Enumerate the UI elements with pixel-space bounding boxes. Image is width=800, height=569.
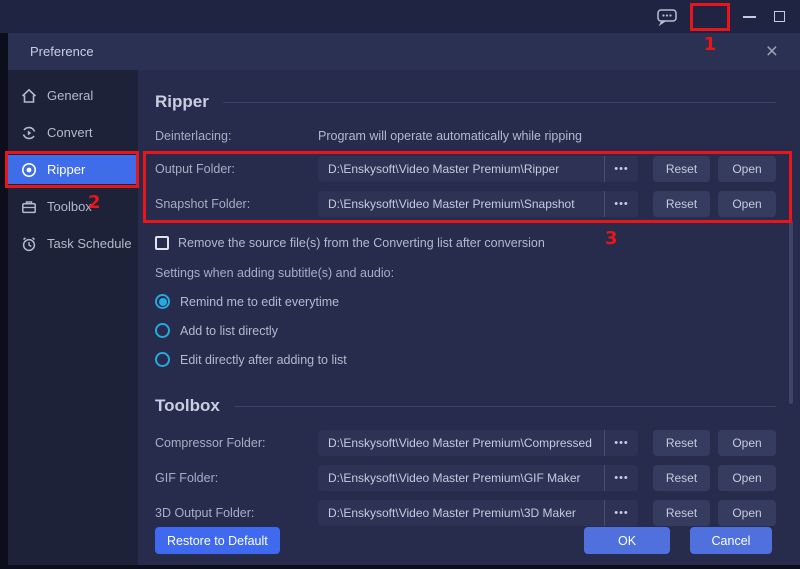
sidebar-item-label: Toolbox [47,199,92,214]
ok-button[interactable]: OK [584,527,670,554]
3d-output-folder-path-group: ••• [318,500,638,526]
cancel-button[interactable]: Cancel [690,527,772,554]
heading-divider [222,101,776,103]
sidebar-item-label: General [47,88,94,103]
output-folder-open-button[interactable]: Open [718,156,776,182]
remove-source-label: Remove the source file(s) from the Conve… [178,236,545,250]
remove-source-checkbox-row[interactable]: Remove the source file(s) from the Conve… [155,236,776,250]
gif-folder-reset-button[interactable]: Reset [653,465,710,491]
section-title: Toolbox [155,396,220,415]
compressor-folder-label: Compressor Folder: [155,436,266,450]
snapshot-folder-input[interactable] [318,191,604,217]
scrollbar-thumb[interactable] [789,220,793,404]
feedback-icon[interactable] [654,6,680,28]
radio-button-selected[interactable] [155,294,170,309]
sidebar-item-general[interactable]: General [8,81,138,110]
radio-add-directly[interactable]: Add to list directly [155,323,776,338]
output-folder-browse-button[interactable]: ••• [604,156,638,182]
snapshot-folder-browse-button[interactable]: ••• [604,191,638,217]
radio-label: Add to list directly [180,323,278,338]
radio-remind-everytime[interactable]: Remind me to edit everytime [155,294,776,309]
snapshot-folder-row: Snapshot Folder: ••• Reset Open [155,191,776,217]
heading-divider [233,405,776,407]
annotation-number-1: 1 [703,33,717,55]
ripper-folder-rows: 3 Output Folder: ••• Reset Open Snapshot… [143,151,792,248]
compressor-folder-path-group: ••• [318,430,638,456]
gif-folder-row: GIF Folder: ••• Reset Open [155,465,776,491]
toolbox-folder-rows: Compressor Folder: ••• Reset Open GIF Fo… [155,430,776,526]
gif-folder-label: GIF Folder: [155,471,219,485]
radio-button[interactable] [155,352,170,367]
compressor-folder-row: Compressor Folder: ••• Reset Open [155,430,776,456]
section-heading-ripper: Ripper [155,92,776,112]
gif-folder-browse-button[interactable]: ••• [604,465,638,491]
sidebar-item-label: Task Schedule [47,236,132,251]
compressor-folder-reset-button[interactable]: Reset [653,430,710,456]
snapshot-folder-label: Snapshot Folder: [155,197,251,211]
subtitle-settings-label: Settings when adding subtitle(s) and aud… [155,266,395,280]
3d-output-folder-row: 3D Output Folder: ••• Reset Open [155,500,776,526]
close-icon[interactable]: × [766,41,778,62]
compressor-folder-input[interactable] [318,430,604,456]
deinterlacing-value: Program will operate automatically while… [318,129,583,143]
snapshot-folder-open-button[interactable]: Open [718,191,776,217]
output-folder-path-group: ••• [318,156,638,182]
output-folder-input[interactable] [318,156,604,182]
dialog-title: Preference [30,44,94,59]
output-folder-row: Output Folder: ••• Reset Open [155,156,776,182]
app-titlebar: 1 [0,0,800,53]
maximize-icon[interactable] [764,6,794,28]
sidebar-item-toolbox[interactable]: Toolbox [8,192,138,221]
convert-arrows-icon [22,126,36,139]
dialog-header: Preference × [8,33,800,70]
briefcase-icon [22,200,36,213]
menu-hamburger-icon[interactable] [701,10,719,24]
section-title: Ripper [155,92,209,111]
sidebar-item-task-schedule[interactable]: Task Schedule [8,229,138,258]
home-icon [21,88,37,103]
restore-default-button[interactable]: Restore to Default [155,527,280,554]
gif-folder-open-button[interactable]: Open [718,465,776,491]
sidebar-item-label: Convert [47,125,93,140]
3d-output-folder-reset-button[interactable]: Reset [653,500,710,526]
radio-button[interactable] [155,323,170,338]
deinterlacing-row: Deinterlacing: Program will operate auto… [155,129,776,143]
annotation-box-1: 1 [690,2,730,53]
main-panel: Ripper Deinterlacing: Program will opera… [138,70,800,565]
3d-output-folder-input[interactable] [318,500,604,526]
annotation-number-2: 2 [88,192,101,213]
dialog-footer: Restore to Default OK Cancel [155,527,772,554]
sidebar-item-convert[interactable]: Convert [8,118,138,147]
section-heading-toolbox: Toolbox [155,396,776,416]
3d-output-folder-browse-button[interactable]: ••• [604,500,638,526]
disc-icon [22,162,36,177]
deinterlacing-label: Deinterlacing: [155,129,232,143]
preference-dialog: Preference × General Convert Ripper 2 To… [5,33,800,565]
remove-source-checkbox[interactable] [155,236,169,250]
compressor-folder-open-button[interactable]: Open [718,430,776,456]
radio-edit-after-adding[interactable]: Edit directly after adding to list [155,352,776,367]
alarm-clock-icon [22,236,36,251]
minimize-icon[interactable] [734,6,764,28]
annotation-number-3: 3 [605,228,618,249]
sidebar-item-ripper[interactable]: Ripper 2 [5,151,139,212]
snapshot-folder-reset-button[interactable]: Reset [653,191,710,217]
output-folder-label: Output Folder: [155,162,235,176]
sidebar-item-label: Ripper [47,162,86,177]
sidebar: General Convert Ripper 2 Toolbox Task Sc… [5,70,139,565]
3d-output-folder-open-button[interactable]: Open [718,500,776,526]
compressor-folder-browse-button[interactable]: ••• [604,430,638,456]
output-folder-reset-button[interactable]: Reset [653,156,710,182]
gif-folder-input[interactable] [318,465,604,491]
3d-output-folder-label: 3D Output Folder: [155,506,255,520]
radio-label: Edit directly after adding to list [180,352,347,367]
radio-label: Remind me to edit everytime [180,294,340,309]
snapshot-folder-path-group: ••• [318,191,638,217]
gif-folder-path-group: ••• [318,465,638,491]
